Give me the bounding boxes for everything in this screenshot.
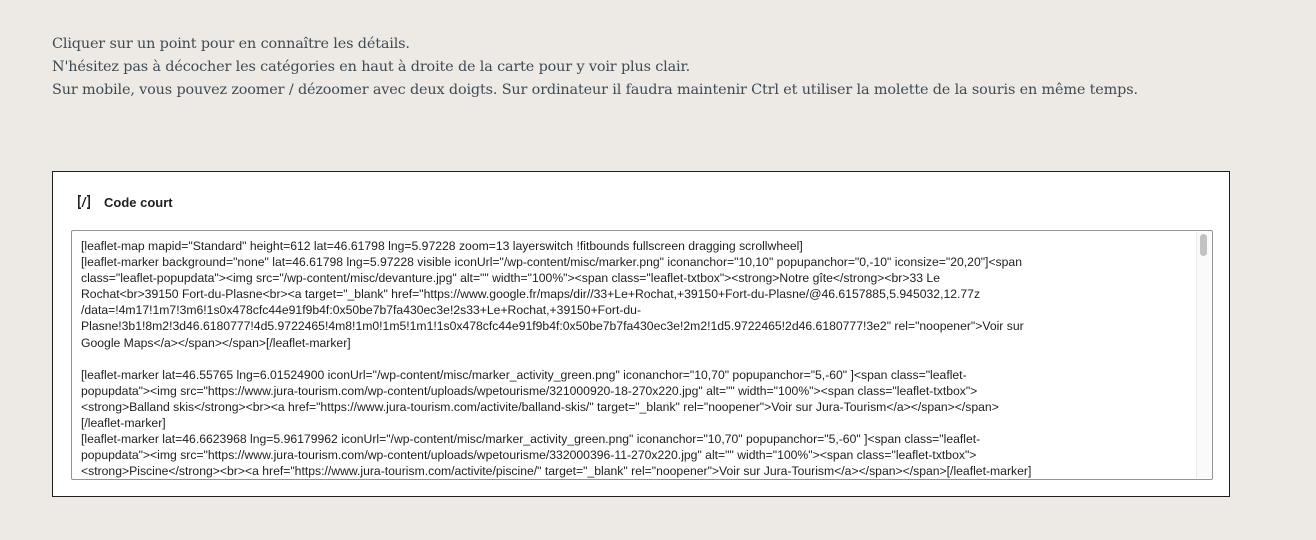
code-line: class="leaflet-popupdata"><img src="/wp-… bbox=[81, 271, 940, 286]
intro-line-1: Cliquer sur un point pour en connaître l… bbox=[52, 36, 410, 52]
shortcode-icon bbox=[74, 192, 94, 212]
code-line: <strong>Balland skis</strong><br><a href… bbox=[81, 399, 999, 414]
code-line: [leaflet-marker background="none" lat=46… bbox=[81, 255, 1022, 270]
vertical-scrollbar[interactable] bbox=[1196, 232, 1211, 478]
shortcode-block-header: Code court bbox=[74, 190, 173, 214]
shortcode-content[interactable]: [leaflet-map mapid="Standard" height=612… bbox=[72, 231, 1196, 479]
code-line: Plasne!3b1!8m2!3d46.6180777!4d5.9722465!… bbox=[81, 319, 1024, 334]
intro-line-2: N'hésitez pas à décocher les catégories … bbox=[52, 59, 691, 75]
code-line: [/leaflet-marker] bbox=[81, 416, 166, 431]
code-line: Google Maps</a></span></span>[/leaflet-m… bbox=[81, 335, 351, 350]
code-line: /data=!4m17!1m7!3m6!1s0x478cfc44e91f9b4f… bbox=[81, 303, 642, 318]
code-line: <strong>Piscine</strong><br><a href="htt… bbox=[81, 464, 1032, 479]
code-line: [leaflet-map mapid="Standard" height=612… bbox=[81, 239, 803, 253]
code-line: popupdata"><img src="https://www.jura-to… bbox=[81, 383, 978, 398]
shortcode-block[interactable]: Code court [leaflet-map mapid="Standard"… bbox=[52, 171, 1230, 497]
scrollbar-thumb[interactable] bbox=[1200, 234, 1207, 256]
block-title: Code court bbox=[104, 194, 173, 210]
intro-line-3: Sur mobile, vous pouvez zoomer / dézoome… bbox=[52, 82, 1138, 98]
code-line: [leaflet-marker lat=46.55765 lng=6.01524… bbox=[81, 367, 967, 382]
code-line: popupdata"><img src="https://www.jura-to… bbox=[81, 448, 977, 463]
code-line: [leaflet-marker lat=46.6623968 lng=5.961… bbox=[81, 432, 981, 447]
code-line: Rochat<br>39150 Fort-du-Plasne<br><a tar… bbox=[81, 287, 981, 302]
intro-text: Cliquer sur un point pour en connaître l… bbox=[52, 33, 1272, 102]
shortcode-textarea[interactable]: [leaflet-map mapid="Standard" height=612… bbox=[71, 230, 1213, 480]
